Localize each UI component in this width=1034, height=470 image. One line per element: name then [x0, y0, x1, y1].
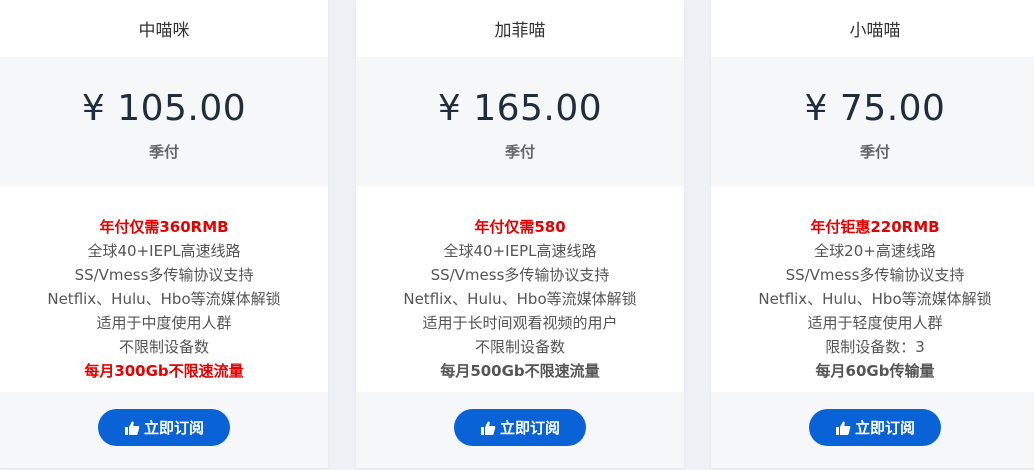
- card-footer: 立即订阅: [0, 392, 328, 468]
- feature-item: Netflix、Hulu、Hbo等流媒体解锁: [758, 290, 992, 308]
- feature-item: SS/Vmess多传输协议支持: [74, 266, 254, 284]
- plan-card-3: 小喵喵 ¥ 75.00 季付 年付钜惠220RMB 全球20+高速线路 SS/V…: [711, 0, 1034, 468]
- feature-item: 每月60Gb传输量: [815, 362, 935, 380]
- feature-list: 年付仅需360RMB 全球40+IEPL高速线路 SS/Vmess多传输协议支持…: [0, 186, 328, 392]
- subscribe-label: 立即订阅: [499, 419, 560, 437]
- feature-item: 每月300Gb不限速流量: [84, 362, 244, 380]
- feature-item: 全球40+IEPL高速线路: [87, 242, 241, 260]
- plan-period: 季付: [148, 143, 179, 161]
- thumbs-up-icon: [480, 421, 496, 435]
- feature-item: 每月500Gb不限速流量: [440, 362, 600, 380]
- feature-item: Netflix、Hulu、Hbo等流媒体解锁: [403, 290, 637, 308]
- feature-item: 年付仅需580: [474, 218, 566, 236]
- feature-item: SS/Vmess多传输协议支持: [430, 266, 610, 284]
- card-footer: 立即订阅: [711, 392, 1034, 468]
- subscribe-label: 立即订阅: [854, 419, 915, 437]
- plan-period: 季付: [859, 143, 890, 161]
- feature-item: 限制设备数：3: [825, 338, 925, 356]
- feature-list: 年付仅需580 全球40+IEPL高速线路 SS/Vmess多传输协议支持 Ne…: [356, 186, 684, 392]
- feature-item: Netflix、Hulu、Hbo等流媒体解锁: [47, 290, 281, 308]
- feature-item: SS/Vmess多传输协议支持: [785, 266, 965, 284]
- plan-name: 加菲喵: [356, 0, 684, 57]
- feature-item: 全球20+高速线路: [814, 242, 936, 260]
- feature-item: 全球40+IEPL高速线路: [443, 242, 597, 260]
- feature-item: 不限制设备数: [118, 338, 209, 356]
- card-footer: 立即订阅: [356, 392, 684, 468]
- feature-item: 不限制设备数: [474, 338, 565, 356]
- subscribe-button[interactable]: 立即订阅: [454, 409, 586, 446]
- price-block: ¥ 105.00 季付: [0, 57, 328, 186]
- feature-item: 年付钜惠220RMB: [810, 218, 940, 236]
- feature-item: 适用于中度使用人群: [96, 314, 232, 332]
- plan-name: 小喵喵: [711, 0, 1034, 57]
- plan-period: 季付: [504, 143, 535, 161]
- price-block: ¥ 165.00 季付: [356, 57, 684, 186]
- plan-price: ¥ 75.00: [804, 88, 946, 129]
- plan-price: ¥ 165.00: [437, 88, 603, 129]
- feature-item: 适用于长时间观看视频的用户: [422, 314, 618, 332]
- thumbs-up-icon: [835, 421, 851, 435]
- subscribe-button[interactable]: 立即订阅: [809, 409, 941, 446]
- feature-list: 年付钜惠220RMB 全球20+高速线路 SS/Vmess多传输协议支持 Net…: [711, 186, 1034, 392]
- feature-item: 年付仅需360RMB: [99, 218, 229, 236]
- plan-card-2: 加菲喵 ¥ 165.00 季付 年付仅需580 全球40+IEPL高速线路 SS…: [356, 0, 684, 468]
- plan-name: 中喵咪: [0, 0, 328, 57]
- subscribe-button[interactable]: 立即订阅: [98, 409, 230, 446]
- feature-item: 适用于轻度使用人群: [807, 314, 943, 332]
- plan-card-1: 中喵咪 ¥ 105.00 季付 年付仅需360RMB 全球40+IEPL高速线路…: [0, 0, 328, 468]
- plan-price: ¥ 105.00: [81, 88, 247, 129]
- price-block: ¥ 75.00 季付: [711, 57, 1034, 186]
- thumbs-up-icon: [124, 421, 140, 435]
- subscribe-label: 立即订阅: [143, 419, 204, 437]
